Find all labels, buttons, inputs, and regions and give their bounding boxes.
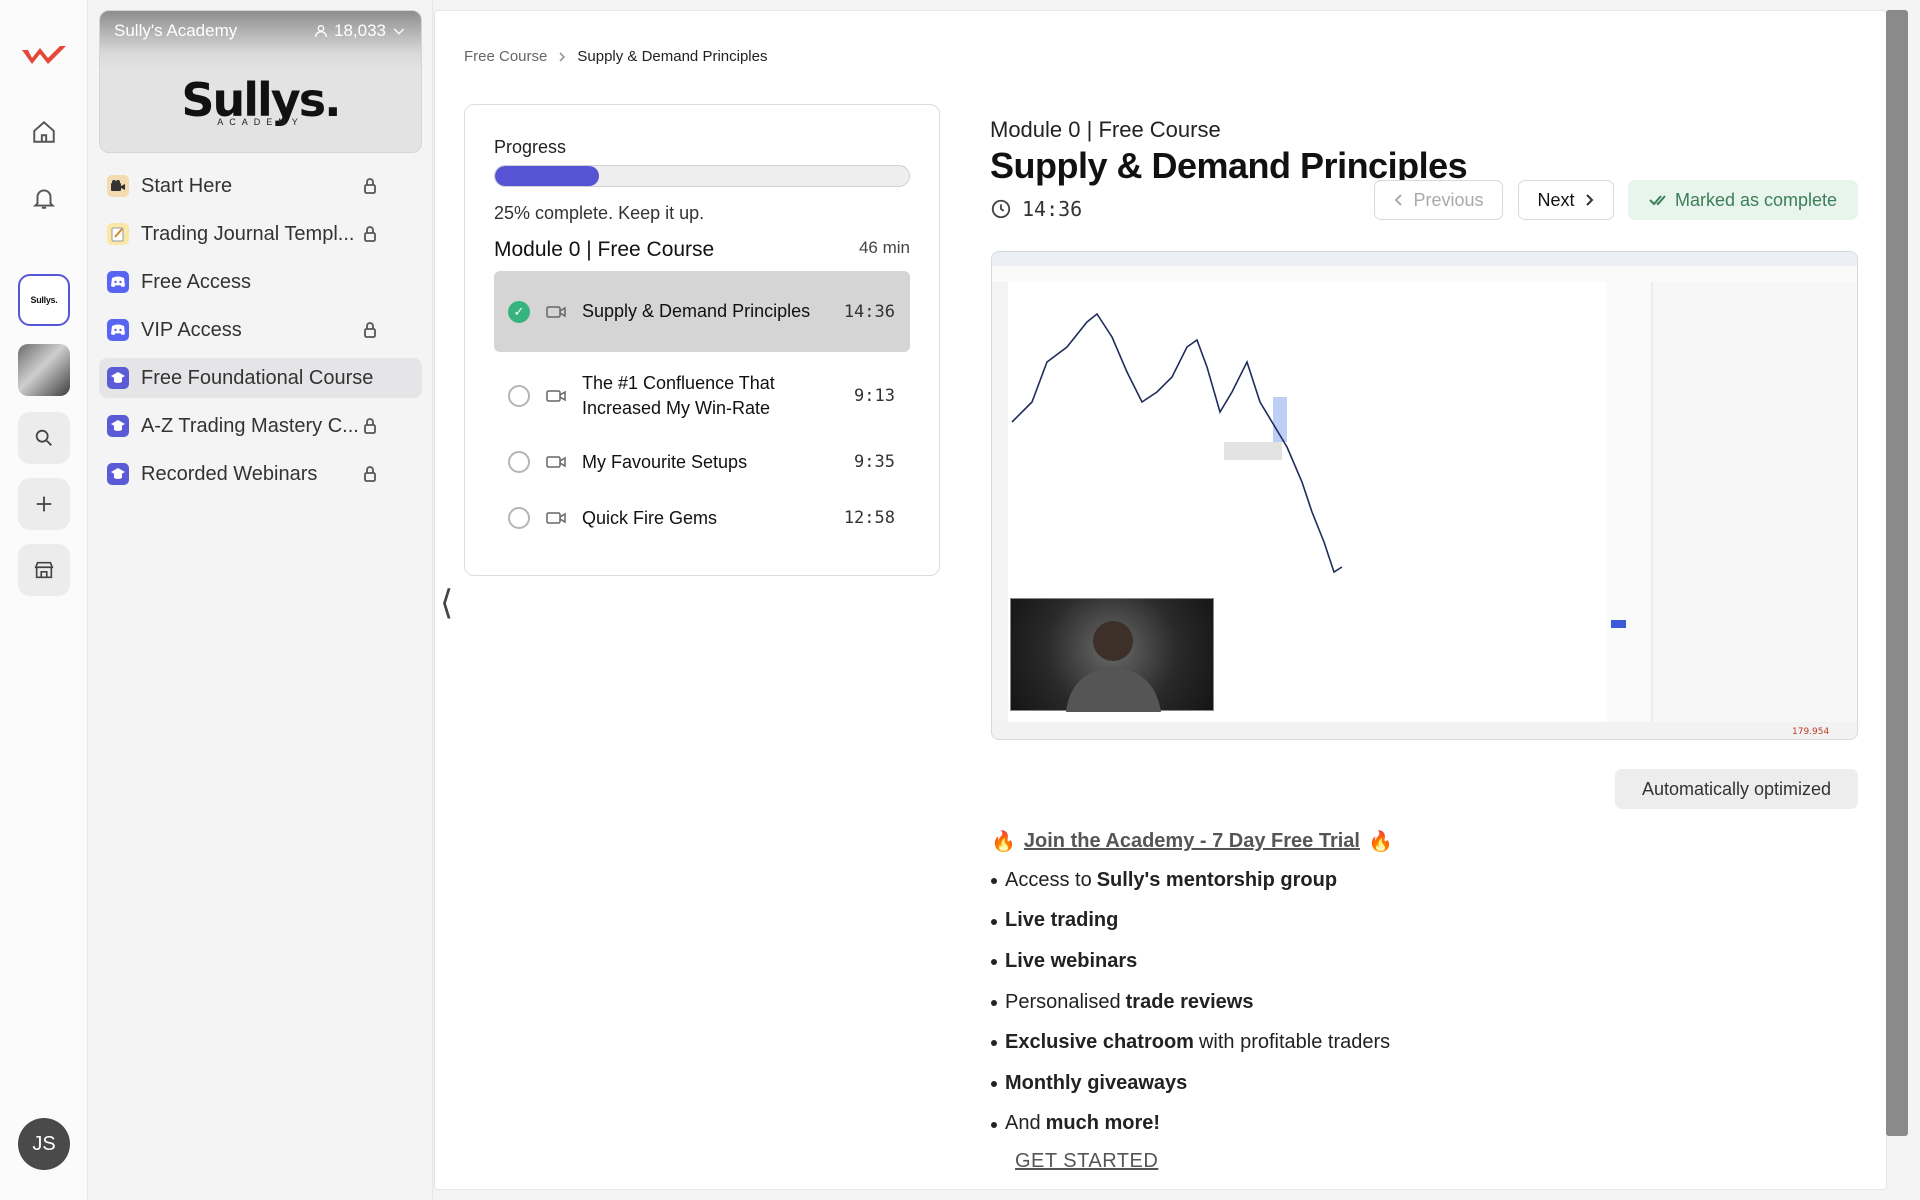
video-icon — [546, 305, 566, 318]
course-icon — [107, 367, 129, 389]
lesson-title: Quick Fire Gems — [582, 507, 718, 528]
chevron-right-icon — [1585, 194, 1593, 206]
person-icon — [315, 25, 327, 38]
list-item: Live webinars — [991, 941, 1851, 982]
sidebar-nav: Start Here Trading Journal Templ... Free… — [99, 166, 422, 502]
scrollbar[interactable] — [1886, 10, 1908, 1136]
bell-icon[interactable] — [18, 172, 70, 224]
content-module-label: Module 0 | Free Course — [990, 117, 1221, 142]
course-icon — [107, 463, 129, 485]
list-item: Access to Sully's mentorship group — [991, 860, 1851, 901]
sidebar-item-free-access[interactable]: Free Access — [99, 262, 422, 302]
next-button[interactable]: Next — [1518, 180, 1614, 220]
content-duration: 14:36 — [990, 197, 1082, 221]
sidebar-item-start-here[interactable]: Start Here — [99, 166, 422, 206]
list-item: Personalised trade reviews — [991, 982, 1851, 1023]
notepad-icon — [107, 223, 129, 245]
brand-logo-icon[interactable] — [18, 30, 70, 82]
benefits-list: Access to Sully's mentorship group Live t… — [991, 860, 1851, 1144]
community-sullys-icon[interactable]: Sullys. — [18, 274, 70, 326]
search-icon[interactable] — [18, 412, 70, 464]
progress-text: 25% complete. Keep it up. — [494, 203, 705, 223]
double-check-icon — [1649, 195, 1666, 206]
chevron-right-icon — [559, 51, 566, 62]
community-name: Sully's Academy — [114, 21, 238, 40]
list-item: Exclusive chatroom with profitable trader… — [991, 1022, 1851, 1063]
user-avatar[interactable]: JS — [18, 1118, 70, 1170]
community-logo-sub: ACADEMY — [217, 117, 304, 127]
breadcrumb-parent[interactable]: Free Course — [464, 48, 547, 65]
check-empty-icon — [508, 507, 530, 529]
lesson-time: 12:58 — [843, 508, 895, 528]
progress-bar — [494, 165, 910, 187]
cta-line: 🔥 Join the Academy - 7 Day Free Trial 🔥 — [991, 829, 1851, 854]
lock-icon — [364, 418, 376, 434]
previous-button[interactable]: Previous — [1374, 180, 1503, 220]
lock-icon — [364, 178, 376, 194]
camera-icon — [107, 175, 129, 197]
video-icon — [546, 389, 566, 402]
free-trial-link[interactable]: Join the Academy - 7 Day Free Trial — [1024, 830, 1360, 853]
module-card: Progress 25% complete. Keep it up. Modul… — [464, 104, 940, 576]
home-icon[interactable] — [18, 106, 70, 158]
list-item: Live trading — [991, 901, 1851, 942]
lesson-item[interactable]: My Favourite Setups 9:35 — [494, 438, 910, 486]
lock-icon — [364, 226, 376, 242]
sidebar-item-recorded-webinars[interactable]: Recorded Webinars — [99, 454, 422, 494]
chevron-down-icon — [393, 28, 405, 35]
get-started-link[interactable]: GET STARTED — [1015, 1150, 1851, 1173]
check-empty-icon — [508, 384, 530, 407]
module-duration: 46 min — [858, 238, 910, 257]
main-content: Free Course Supply & Demand Principles P… — [434, 10, 1887, 1190]
icon-rail: Sullys. JS — [0, 0, 88, 1200]
sidebar-item-vip-access[interactable]: VIP Access — [99, 310, 422, 350]
store-icon[interactable] — [18, 544, 70, 596]
discord-icon — [107, 319, 129, 341]
price-label: 179.954 — [1792, 727, 1829, 737]
video-icon — [546, 512, 566, 524]
community-photo-icon[interactable] — [18, 344, 70, 396]
breadcrumb: Free Course Supply & Demand Principles — [464, 48, 767, 65]
plus-icon[interactable] — [18, 478, 70, 530]
lock-icon — [364, 322, 376, 338]
sidebar-item-trading-journal[interactable]: Trading Journal Templ... — [99, 214, 422, 254]
lesson-title: The #1 Confluence That Increased My Win-… — [582, 372, 775, 418]
lesson-title: Supply & Demand Principles — [582, 301, 811, 321]
video-player[interactable]: 179.954 — [991, 251, 1858, 740]
lesson-item[interactable]: ✓ Supply & Demand Principles 14:36 — [494, 271, 910, 352]
collapse-panel-icon[interactable]: ⟨ — [440, 583, 453, 623]
member-count[interactable]: 18,033 — [313, 21, 407, 41]
list-item: And much more! — [991, 1104, 1851, 1145]
list-item: Monthly giveaways — [991, 1063, 1851, 1104]
mark-complete-button[interactable]: Marked as complete — [1628, 180, 1858, 220]
lock-icon — [364, 466, 376, 482]
breadcrumb-current: Supply & Demand Principles — [577, 48, 768, 65]
fire-icon: 🔥 — [1367, 831, 1393, 853]
progress-label: Progress — [494, 137, 567, 157]
check-complete-icon: ✓ — [508, 300, 530, 323]
fire-icon: 🔥 — [991, 831, 1016, 853]
sidebar-item-az-trading-mastery[interactable]: A-Z Trading Mastery C... — [99, 406, 422, 446]
community-banner[interactable]: Sully's Academy 18,033 Sullys. ACADEMY — [99, 10, 422, 153]
lesson-time: 9:13 — [854, 385, 895, 406]
lesson-time: 14:36 — [843, 301, 895, 322]
webcam-overlay — [1010, 598, 1214, 712]
discord-icon — [107, 271, 129, 293]
lesson-title: My Favourite Setups — [582, 451, 748, 472]
sidebar-item-free-foundational-course[interactable]: Free Foundational Course — [99, 358, 422, 398]
lesson-description: 🔥 Join the Academy - 7 Day Free Trial 🔥 … — [991, 829, 1851, 1173]
course-icon — [107, 415, 129, 437]
auto-optimized-button[interactable]: Automatically optimized — [1615, 769, 1858, 809]
course-sidebar: Sully's Academy 18,033 Sullys. ACADEMY S… — [89, 0, 433, 1200]
video-icon — [546, 456, 566, 468]
lesson-time: 9:35 — [854, 452, 895, 472]
clock-icon — [991, 199, 1011, 219]
lesson-item[interactable]: The #1 Confluence That Increased My Win-… — [494, 357, 910, 434]
check-empty-icon — [508, 451, 530, 473]
chevron-left-icon — [1395, 194, 1403, 206]
lesson-item[interactable]: Quick Fire Gems 12:58 — [494, 494, 910, 542]
progress-fill — [495, 166, 599, 186]
module-title: Module 0 | Free Course — [494, 238, 715, 261]
